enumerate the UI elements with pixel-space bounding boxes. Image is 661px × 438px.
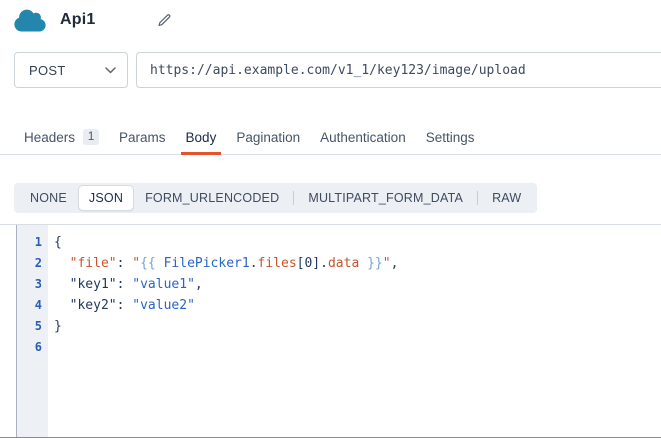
line-number: 3 [17, 274, 42, 295]
pencil-icon [157, 13, 172, 28]
body-type-selector: NONEJSONFORM_URLENCODEDMULTIPART_FORM_DA… [14, 183, 537, 213]
api-header: Api1 [0, 0, 661, 40]
line-number: 5 [17, 316, 42, 337]
segment-divider [293, 191, 294, 205]
code-line[interactable] [54, 337, 661, 358]
line-number: 4 [17, 295, 42, 316]
tab-label: Headers [24, 130, 75, 145]
body-type-multipart_form_data[interactable]: MULTIPART_FORM_DATA [296, 186, 475, 210]
json-body-editor: 123456 { "file": "{{ FilePicker1.files[0… [0, 224, 661, 438]
body-type-form_urlencoded[interactable]: FORM_URLENCODED [133, 186, 291, 210]
body-type-json[interactable]: JSON [79, 186, 133, 210]
url-input[interactable] [136, 52, 661, 88]
cloud-resource-icon [14, 8, 46, 33]
query-title: Api1 [60, 11, 95, 29]
tab-label: Body [186, 130, 217, 145]
tab-authentication[interactable]: Authentication [320, 120, 406, 154]
body-type-none[interactable]: NONE [18, 186, 79, 210]
line-number: 1 [17, 232, 42, 253]
tab-count-badge: 1 [83, 129, 99, 145]
code-line[interactable]: { [54, 232, 661, 253]
segment-divider [477, 191, 478, 205]
tab-body[interactable]: Body [186, 120, 217, 154]
request-row: POST [14, 52, 661, 88]
editor-code[interactable]: { "file": "{{ FilePicker1.files[0].data … [48, 225, 661, 438]
editor-left-margin [0, 225, 17, 438]
editor-gutter: 123456 [17, 225, 48, 438]
code-line[interactable]: } [54, 316, 661, 337]
method-select-value: POST [29, 63, 66, 78]
body-type-raw[interactable]: RAW [480, 186, 533, 210]
edit-title-button[interactable] [157, 13, 172, 28]
code-line[interactable]: "key2": "value2" [54, 295, 661, 316]
code-line[interactable]: "file": "{{ FilePicker1.files[0].data }}… [54, 253, 661, 274]
tab-label: Authentication [320, 130, 406, 145]
tab-pagination[interactable]: Pagination [236, 120, 300, 154]
tab-params[interactable]: Params [119, 120, 166, 154]
line-number: 6 [17, 337, 42, 358]
tab-label: Params [119, 130, 166, 145]
tab-label: Settings [426, 130, 475, 145]
request-tabs: Headers 1 Params Body Pagination Authenticati… [0, 120, 661, 155]
code-line[interactable]: "key1": "value1", [54, 274, 661, 295]
line-number: 2 [17, 253, 42, 274]
chevron-down-icon [105, 67, 116, 74]
tab-settings[interactable]: Settings [426, 120, 475, 154]
method-select[interactable]: POST [14, 52, 128, 88]
tab-label: Pagination [236, 130, 300, 145]
tab-headers[interactable]: Headers 1 [24, 120, 99, 154]
